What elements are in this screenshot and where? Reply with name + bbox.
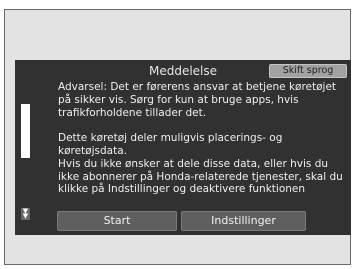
start-button[interactable]: Start	[57, 211, 177, 231]
figure-frame: Meddelelse Skift sprog ▼ ▼ Advarsel: Det …	[4, 9, 351, 265]
scroll-thumb[interactable]	[21, 104, 30, 158]
message-line: Advarsel: Det er førerens ansvar at betj…	[58, 81, 337, 93]
message-body: Advarsel: Det er førerens ansvar at betj…	[58, 81, 348, 213]
message-line: klikke på Indstillinger og deaktivere fu…	[58, 183, 306, 196]
change-language-button[interactable]: Skift sprog	[269, 64, 347, 78]
notification-dialog: Meddelelse Skift sprog ▼ ▼ Advarsel: Det …	[15, 60, 351, 235]
message-line: køretøjsdata.	[58, 144, 127, 157]
message-line: Hvis du ikke ønsker at dele disse data, …	[58, 157, 329, 170]
message-line: trafikforholdene tillader det.	[58, 106, 207, 119]
scrollbar[interactable]: ▼ ▼	[21, 104, 30, 220]
message-line: på sikker vis. Sørg for kun at bruge app…	[58, 93, 299, 106]
message-line: ikke abonnerer på Honda-relaterede tjene…	[58, 170, 343, 183]
double-chevron-down-icon[interactable]: ▼ ▼	[21, 208, 30, 220]
message-line: Dette køretøj deler muligvis placerings-…	[58, 132, 283, 145]
settings-button[interactable]: Indstillinger	[181, 211, 306, 231]
